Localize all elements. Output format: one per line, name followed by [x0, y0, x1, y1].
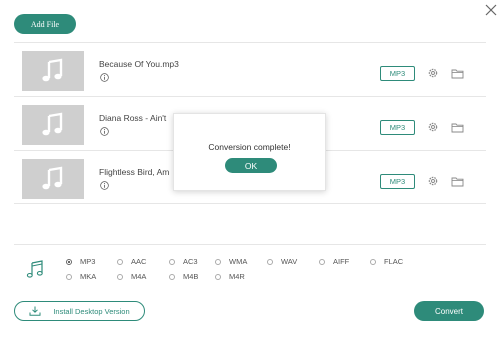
radio-button[interactable] — [117, 273, 123, 280]
music-note-icon — [42, 166, 63, 190]
conversion-complete-dialog: Conversion complete! OK — [173, 113, 326, 191]
radio-button[interactable] — [215, 258, 221, 265]
file-name: Flightless Bird, Am — [99, 167, 170, 177]
install-desktop-label: Install Desktop Version — [53, 306, 130, 316]
file-thumbnail — [22, 105, 84, 145]
folder-icon[interactable] — [451, 122, 464, 133]
format-option-m4r[interactable]: M4R — [215, 272, 245, 281]
file-thumbnail — [22, 51, 84, 91]
radio-button[interactable] — [370, 258, 376, 265]
convert-button[interactable]: Convert — [414, 301, 484, 321]
format-option-aac[interactable]: AAC — [117, 257, 146, 266]
output-format-button[interactable]: MP3 — [380, 174, 415, 189]
radio-button[interactable] — [66, 273, 72, 280]
format-option-aiff[interactable]: AIFF — [319, 257, 349, 266]
download-icon — [29, 306, 41, 316]
file-name: Because Of You.mp3 — [99, 59, 179, 69]
info-icon[interactable] — [100, 73, 109, 82]
folder-icon[interactable] — [451, 68, 464, 79]
radio-button[interactable] — [169, 258, 175, 265]
output-format-button[interactable]: MP3 — [380, 66, 415, 81]
format-option-flac[interactable]: FLAC — [370, 257, 403, 266]
format-option-m4a[interactable]: M4A — [117, 272, 146, 281]
format-option-wma[interactable]: WMA — [215, 257, 247, 266]
format-option-ac3[interactable]: AC3 — [169, 257, 198, 266]
format-option-m4b[interactable]: M4B — [169, 272, 198, 281]
gear-icon[interactable] — [427, 121, 439, 133]
add-file-button[interactable]: Add File — [14, 14, 76, 34]
music-note-icon — [42, 112, 63, 136]
install-desktop-button[interactable]: Install Desktop Version — [14, 301, 145, 321]
dialog-message: Conversion complete! — [208, 142, 291, 152]
file-thumbnail — [22, 159, 84, 199]
folder-icon[interactable] — [451, 176, 464, 187]
radio-button[interactable] — [215, 273, 221, 280]
info-icon[interactable] — [100, 127, 109, 136]
ok-button[interactable]: OK — [225, 158, 277, 173]
radio-button[interactable] — [117, 258, 123, 265]
radio-button[interactable] — [66, 258, 72, 265]
format-option-wav[interactable]: WAV — [267, 257, 297, 266]
radio-button[interactable] — [319, 258, 325, 265]
format-option-mka[interactable]: MKA — [66, 272, 96, 281]
file-name: Diana Ross - Ain't — [99, 113, 167, 123]
file-row: Because Of You.mp3 MP3 — [14, 42, 486, 96]
gear-icon[interactable] — [427, 67, 439, 79]
close-icon[interactable] — [484, 3, 498, 17]
format-panel: MP3 AAC AC3 WMA WAV AIFF FLAC MKA M4A M4… — [14, 244, 486, 290]
music-note-icon — [42, 58, 63, 82]
music-note-icon — [26, 260, 43, 278]
radio-button[interactable] — [267, 258, 273, 265]
info-icon[interactable] — [100, 181, 109, 190]
output-format-button[interactable]: MP3 — [380, 120, 415, 135]
radio-button[interactable] — [169, 273, 175, 280]
gear-icon[interactable] — [427, 175, 439, 187]
format-option-mp3[interactable]: MP3 — [66, 257, 95, 266]
